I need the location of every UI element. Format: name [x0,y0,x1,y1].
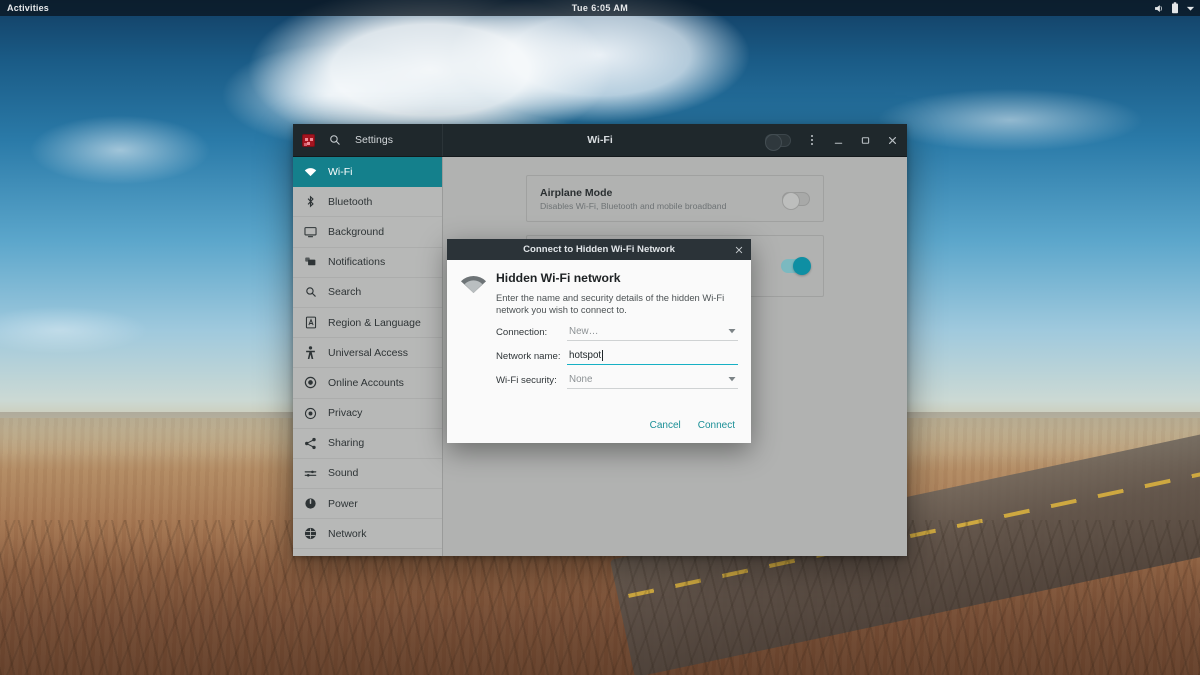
power-icon [304,497,317,510]
network-name-value: hotspot [569,349,602,361]
wifi-header-toggle[interactable] [765,133,791,151]
window-controls [765,133,899,151]
text-caret [602,349,604,361]
sidebar-item-notifications[interactable]: Notifications [293,248,442,278]
sidebar-item-label: Region & Language [328,316,421,329]
chevron-down-icon[interactable] [1186,4,1195,13]
sidebar-item-network[interactable]: Network [293,519,442,550]
volume-icon[interactable] [1153,3,1164,14]
privacy-icon [304,407,317,420]
minimize-button[interactable] [832,134,845,147]
sidebar-item-label: Universal Access [328,346,408,359]
kebab-menu-icon[interactable] [805,134,818,147]
wifi-security-value: None [569,373,593,385]
window-title: Wi-Fi [587,134,613,146]
gnome-top-bar: Activities Tue 6:05 AM [0,0,1200,16]
wifi-icon [304,165,317,178]
connection-dropdown[interactable]: New… [567,326,738,341]
sidebar-item-sound[interactable]: Sound [293,459,442,490]
sidebar-item-sharing[interactable]: Sharing [293,429,442,459]
window-titlebar[interactable]: Settings Wi-Fi [293,124,907,157]
maximize-button[interactable] [859,134,872,147]
titlebar-left-section: Settings [293,124,443,156]
network-icon [304,527,317,540]
sidebar-item-search[interactable]: Search [293,278,442,308]
sidebar-item-label: Search [328,286,362,299]
network-name-row: Network name: hotspot [496,349,738,365]
online-accounts-icon [304,376,317,389]
battery-icon[interactable] [1171,2,1179,14]
wifi-security-row: Wi-Fi security: None [496,374,738,389]
connection-value: New… [569,325,599,337]
sidebar-item-label: Sharing [328,437,365,450]
region-language-icon [304,316,317,329]
sidebar-item-label: Online Accounts [328,376,404,389]
airplane-mode-toggle[interactable] [782,191,810,210]
dialog-titlebar: Connect to Hidden Wi-Fi Network [447,239,751,260]
dialog-heading: Hidden Wi-Fi network [496,271,621,285]
sidebar-item-bluetooth[interactable]: Bluetooth [293,187,442,218]
wifi-icon [460,271,496,407]
sharing-icon [304,437,317,450]
sidebar-item-universal-access[interactable]: Universal Access [293,338,442,369]
network-name-label: Network name: [496,350,561,362]
dialog-title: Connect to Hidden Wi-Fi Network [523,244,675,255]
close-button[interactable] [886,134,899,147]
sound-icon [304,467,317,480]
wifi-network-toggle[interactable] [781,257,811,275]
search-icon [304,286,317,299]
chevron-down-icon [728,326,736,337]
app-name-label: Settings [355,134,393,146]
notification-icon [304,256,317,269]
chevron-down-icon [728,374,736,385]
network-name-input[interactable]: hotspot [567,349,738,365]
sidebar-item-label: Wi-Fi [328,165,353,178]
dialog-body: Hidden Wi-Fi network Enter the name and … [447,260,751,407]
sidebar-item-label: Power [328,497,358,510]
bluetooth-icon [304,195,317,208]
sidebar-item-privacy[interactable]: Privacy [293,399,442,429]
sidebar-item-label: Notifications [328,256,386,269]
sidebar-item-label: Background [328,225,385,238]
sidebar-item-power[interactable]: Power [293,489,442,520]
dialog-description: Enter the name and security details of t… [496,292,725,316]
dialog-close-icon[interactable] [734,239,744,260]
monitor-icon [304,225,317,238]
wifi-security-label: Wi-Fi security: [496,374,557,386]
clock[interactable]: Tue 6:05 AM [0,3,1200,13]
sidebar-item-label: Bluetooth [328,195,373,208]
connection-row: Connection: New… [496,326,738,341]
settings-app-icon [302,133,315,147]
settings-sidebar: Wi-Fi Bluetooth Background Notifications… [293,157,443,556]
sidebar-item-online-accounts[interactable]: Online Accounts [293,368,442,399]
search-icon[interactable] [327,132,343,148]
hidden-wifi-dialog: Connect to Hidden Wi-Fi Network Hidden W… [447,239,751,443]
airplane-mode-panel: Airplane Mode Disables Wi-Fi, Bluetooth … [526,175,824,222]
airplane-mode-texts: Airplane Mode Disables Wi-Fi, Bluetooth … [540,187,782,211]
airplane-mode-subtitle: Disables Wi-Fi, Bluetooth and mobile bro… [540,200,727,211]
connection-label: Connection: [496,326,548,338]
sidebar-item-label: Privacy [328,407,363,420]
universal-access-icon [304,345,317,359]
sidebar-item-region-language[interactable]: Region & Language [293,308,442,339]
sidebar-item-wifi[interactable]: Wi-Fi [293,157,442,188]
connect-button[interactable]: Connect [698,420,735,431]
dialog-main: Hidden Wi-Fi network Enter the name and … [496,271,738,407]
sidebar-item-label: Network [328,527,367,540]
cancel-button[interactable]: Cancel [650,420,681,431]
wifi-security-dropdown[interactable]: None [567,374,738,389]
dialog-actions: Cancel Connect [447,407,751,443]
airplane-mode-title: Airplane Mode [540,186,613,199]
titlebar-right-section: Wi-Fi [443,124,907,156]
sidebar-item-label: Sound [328,467,359,480]
system-tray [1153,2,1195,14]
sidebar-item-background[interactable]: Background [293,217,442,248]
